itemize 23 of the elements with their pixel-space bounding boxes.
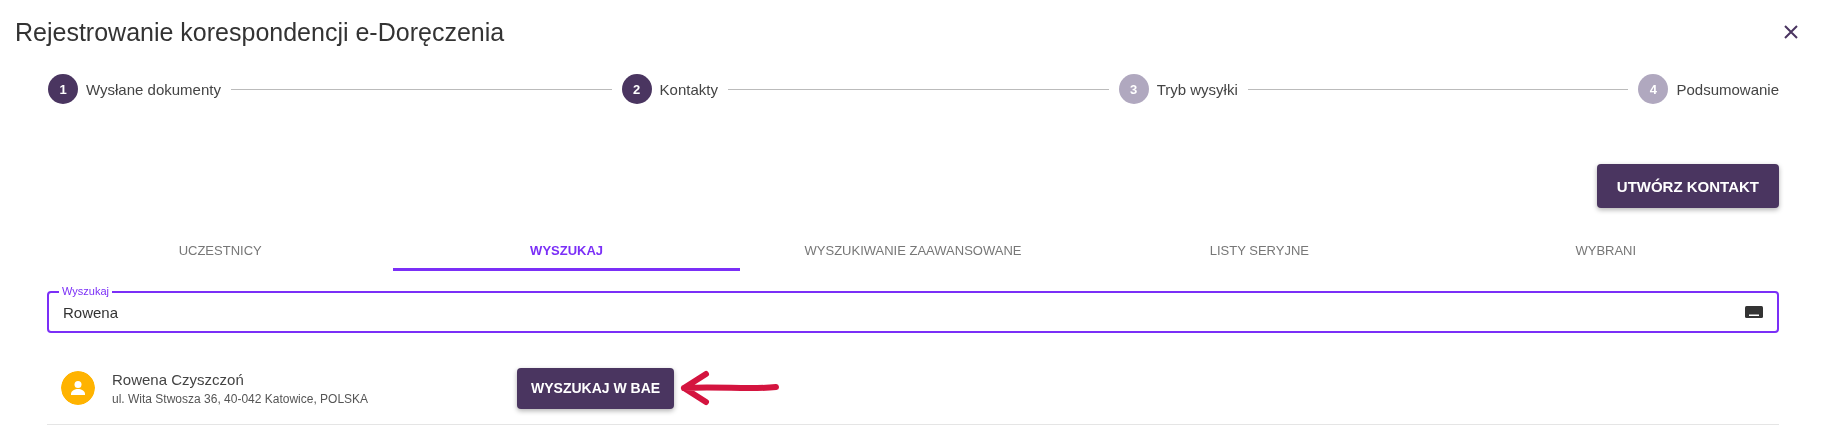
close-icon[interactable] — [1783, 24, 1799, 40]
keyboard-icon[interactable] — [1745, 306, 1763, 318]
step-number: 1 — [48, 74, 78, 104]
step-label: Tryb wysyłki — [1156, 80, 1238, 98]
tab[interactable]: WYSZUKAJ — [393, 228, 740, 271]
step-number: 3 — [1118, 74, 1149, 104]
step-label: Kontakty — [659, 80, 718, 98]
search-bae-button[interactable]: WYSZUKAJ W BAE — [517, 367, 675, 409]
tab[interactable]: UCZESTNICY — [47, 228, 394, 271]
contact-address: ul. Wita Stwosza 36, 40-042 Katowice, POLSKA — [112, 391, 370, 406]
search-input[interactable]: Rowena — [63, 303, 1745, 321]
tab[interactable]: LISTY SERYJNE — [1086, 228, 1433, 271]
create-contact-button[interactable]: UTWÓRZ KONTAKT — [1596, 164, 1779, 208]
dialog-title: Rejestrowanie korespondencji e-Doręczenia — [15, 17, 505, 47]
step-number: 4 — [1638, 74, 1669, 104]
step-label: Wysłane dokumenty — [86, 80, 221, 98]
tab[interactable]: WYSZUKIWANIE ZAAWANSOWANE — [739, 228, 1087, 271]
step-label: Podsumowanie — [1676, 80, 1779, 98]
tab[interactable]: WYBRANI — [1432, 228, 1779, 271]
field-label: Wyszukaj — [59, 285, 112, 297]
step-number: 2 — [621, 74, 652, 104]
person-icon — [61, 371, 95, 405]
contact-name: Rowena Czyszczoń — [112, 370, 245, 388]
